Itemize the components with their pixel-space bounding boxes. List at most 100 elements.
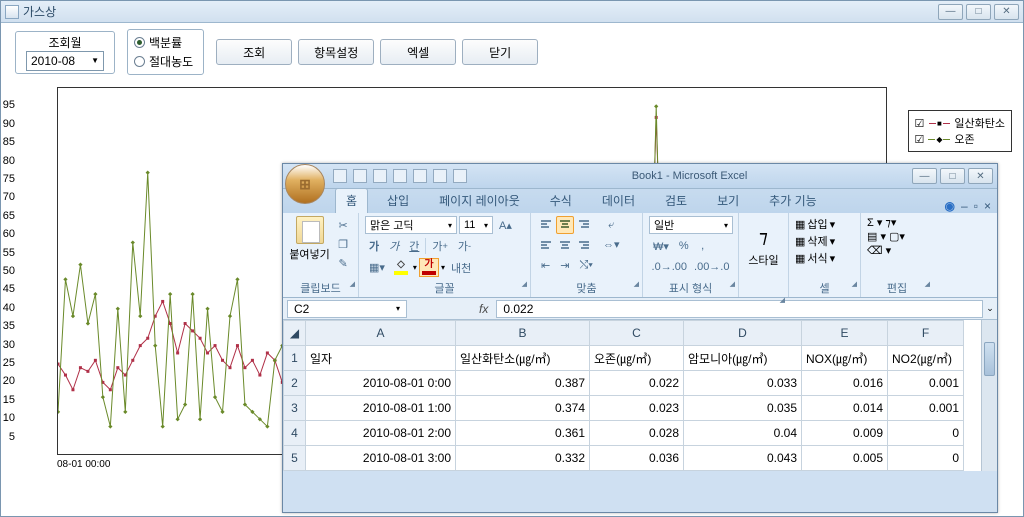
office-orb-button[interactable]: ⊞ [285,164,325,204]
cell[interactable]: 0.033 [684,371,802,396]
row-header[interactable]: 4 [284,421,306,446]
align-left-icon[interactable] [537,235,555,253]
legend-item-co[interactable]: ☑ ■ 일산화탄소 [915,115,1005,131]
tab-formula[interactable]: 수식 [539,188,583,213]
decrease-decimal-icon[interactable]: .00→.0 [692,258,733,276]
cell[interactable]: 0.035 [684,396,802,421]
row-header[interactable]: 3 [284,396,306,421]
ribbon-close-icon[interactable]: × [984,199,991,213]
cell[interactable]: 0.005 [802,446,888,471]
percent-icon[interactable]: % [675,237,693,255]
worksheet-grid[interactable]: ◢ A B C D E F 1 일자 일산화탄소(㎍/㎥) 오존(㎍/㎥) 암모… [283,320,997,471]
clear-icon[interactable]: ⌫ ▾ [867,244,927,257]
minimize-ribbon-icon[interactable]: – [961,199,968,213]
format-painter-icon[interactable]: ✎ [334,254,352,272]
cell[interactable]: 0.023 [590,396,684,421]
tab-view[interactable]: 보기 [706,188,750,213]
font-color-button[interactable]: 가 [419,258,439,277]
row-header[interactable]: 1 [284,346,306,371]
new-icon[interactable] [393,169,407,183]
align-center-icon[interactable] [556,235,574,253]
col-header-E[interactable]: E [802,321,888,346]
cell[interactable]: 0.332 [456,446,590,471]
cell[interactable]: 2010-08-01 0:00 [306,371,456,396]
hanja-button[interactable]: 내천 [447,259,475,277]
grow-font-button[interactable]: 가+ [428,237,451,255]
month-select[interactable]: 2010-08 ▼ [26,51,104,71]
save-icon[interactable] [333,169,347,183]
wrap-text-icon[interactable]: ⤶ [599,216,624,234]
cell[interactable]: 일자 [306,346,456,371]
cell[interactable]: 0.022 [590,371,684,396]
italic-button[interactable]: 가 [385,237,403,255]
comma-icon[interactable]: , [695,237,711,255]
cells-delete-button[interactable]: ▦ 삭제 ▾ [795,233,854,249]
tab-addin[interactable]: 추가 기능 [758,188,828,213]
tab-layout[interactable]: 페이지 레이아웃 [428,188,531,213]
formula-expand-icon[interactable]: ⌄ [983,303,997,314]
font-size-select[interactable]: 11▾ [459,216,493,234]
help-icon[interactable]: ◉ [945,199,955,213]
cell[interactable]: NOX(㎍/㎥) [802,346,888,371]
excel-close-button[interactable]: ✕ [968,168,993,184]
autosum-icon[interactable]: Σ ▾ ⁊▾ [867,216,927,229]
redo-icon[interactable] [373,169,387,183]
paste-button[interactable]: 붙여넣기 [289,216,330,262]
font-name-select[interactable]: 맑은 고딕▾ [365,216,457,234]
tab-data[interactable]: 데이터 [591,188,646,213]
scroll-thumb[interactable] [984,342,995,376]
col-header-D[interactable]: D [684,321,802,346]
copy-icon[interactable]: ❐ [334,235,352,253]
increase-font-icon[interactable]: A▴ [495,216,516,234]
cell[interactable]: 2010-08-01 2:00 [306,421,456,446]
increase-decimal-icon[interactable]: .0→.00 [649,258,690,276]
name-box[interactable]: C2▾ [287,300,407,318]
cell[interactable]: 0.009 [802,421,888,446]
cell[interactable]: 0 [888,446,964,471]
col-header-C[interactable]: C [590,321,684,346]
select-all-corner[interactable]: ◢ [284,321,306,346]
cell[interactable]: 0.001 [888,371,964,396]
ribbon-expand-icon[interactable]: ▫ [974,199,978,213]
cell[interactable]: 0.001 [888,396,964,421]
cell[interactable]: 2010-08-01 3:00 [306,446,456,471]
currency-icon[interactable]: ₩▾ [649,237,673,255]
print-icon[interactable] [433,169,447,183]
borders-icon[interactable]: ▦▾ [365,259,389,277]
radio-percent[interactable]: 백분률 [134,34,193,51]
excel-button[interactable]: 엑셀 [380,39,456,65]
shrink-font-button[interactable]: 가- [454,237,475,255]
cell[interactable]: 0.374 [456,396,590,421]
excel-minimize-button[interactable]: — [912,168,937,184]
col-header-B[interactable]: B [456,321,590,346]
vertical-scrollbar[interactable] [981,320,997,471]
cell[interactable]: 0 [888,421,964,446]
cell[interactable]: 0.043 [684,446,802,471]
decrease-indent-icon[interactable]: ⇤ [537,256,554,274]
cell[interactable]: 일산화탄소(㎍/㎥) [456,346,590,371]
cell[interactable]: 0.387 [456,371,590,396]
align-right-icon[interactable] [575,235,593,253]
increase-indent-icon[interactable]: ⇥ [556,256,573,274]
styles-icon[interactable]: ⁊ [759,227,768,248]
preview-icon[interactable] [453,169,467,183]
excel-maximize-button[interactable]: □ [940,168,965,184]
row-header[interactable]: 5 [284,446,306,471]
underline-button[interactable]: 간 [405,237,423,255]
number-format-select[interactable]: 일반▾ [649,216,733,234]
cell[interactable]: 0.016 [802,371,888,396]
cell[interactable]: 0.361 [456,421,590,446]
cell[interactable]: NO2(㎍/㎥) [888,346,964,371]
tab-home[interactable]: 홈 [335,188,368,213]
col-header-F[interactable]: F [888,321,964,346]
query-button[interactable]: 조회 [216,39,292,65]
fill-icon[interactable]: ▤ ▾ ▢▾ [867,230,927,243]
cells-format-button[interactable]: ▦ 서식 ▾ [795,250,854,266]
tab-insert[interactable]: 삽입 [376,188,420,213]
align-top-right-icon[interactable] [575,216,593,234]
radio-absolute[interactable]: 절대농도 [134,53,193,70]
cell[interactable]: 0.028 [590,421,684,446]
row-header[interactable]: 2 [284,371,306,396]
fill-color-button[interactable]: ◇ [391,258,411,277]
cell[interactable]: 암모니아(㎍/㎥) [684,346,802,371]
